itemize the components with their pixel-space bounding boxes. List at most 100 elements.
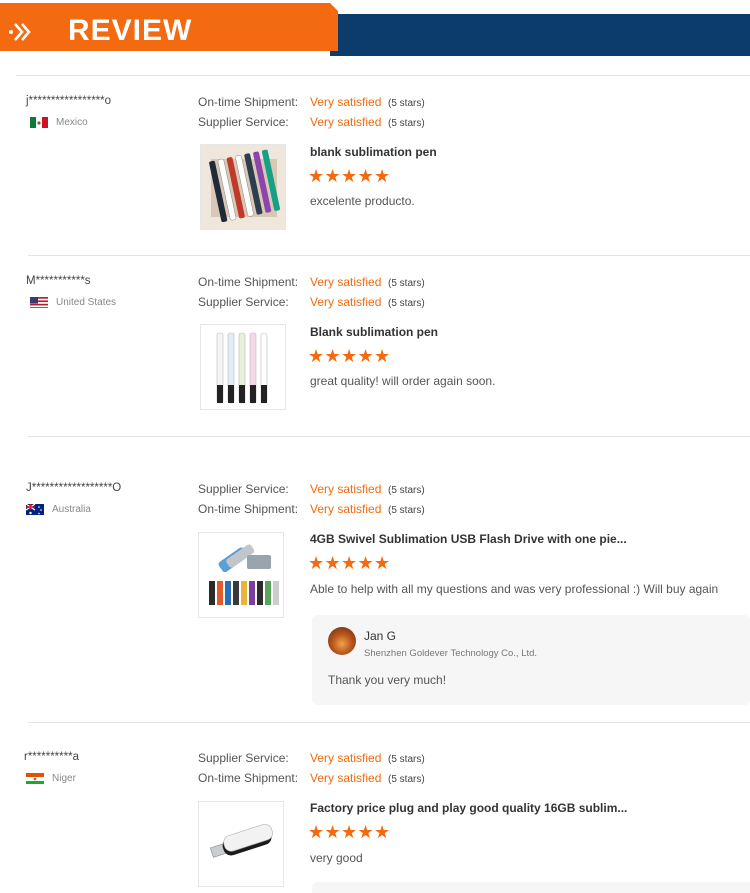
review-banner: REVIEW	[0, 0, 750, 56]
product-thumbnail[interactable]	[198, 801, 284, 887]
rating-row: Supplier Service: Very satisfied (5 stars)	[198, 295, 425, 311]
australia-flag-icon	[26, 503, 44, 515]
niger-flag-icon	[26, 772, 44, 784]
reviewer-country: United States	[30, 295, 116, 309]
star-icon: ★	[308, 553, 325, 573]
mexico-flag-icon	[30, 116, 48, 128]
rating-row: Supplier Service: Very satisfied (5 stars)	[198, 751, 425, 767]
star-rating: ★★★★★	[308, 167, 391, 185]
product-thumbnail[interactable]	[200, 324, 286, 410]
reviewer-name: J******************O	[26, 482, 122, 494]
rating-label: On-time Shipment:	[198, 275, 299, 289]
rating-stars-text: (5 stars)	[388, 754, 425, 765]
star-icon: ★	[308, 822, 325, 842]
star-icon: ★	[357, 346, 374, 366]
rating-label: Supplier Service:	[198, 295, 289, 309]
product-title[interactable]: Blank sublimation pen	[310, 325, 438, 339]
product-title[interactable]: Factory price plug and play good quality…	[310, 801, 627, 815]
star-icon: ★	[374, 822, 391, 842]
rating-row: On-time Shipment: Very satisfied (5 stars)	[198, 502, 425, 518]
pens-image	[201, 325, 285, 409]
star-icon: ★	[308, 346, 325, 366]
star-icon: ★	[374, 553, 391, 573]
banner-orange-tab: REVIEW	[0, 3, 338, 51]
rating-value: Very satisfied	[310, 751, 382, 765]
rating-row: On-time Shipment: Very satisfied (5 stars)	[198, 95, 425, 111]
star-rating: ★★★★★	[308, 347, 391, 365]
reviewer-country: Niger	[26, 771, 76, 785]
rating-row: On-time Shipment: Very satisfied (5 stars)	[198, 771, 425, 787]
rating-stars-text: (5 stars)	[388, 278, 425, 289]
reply-company: Shenzhen Goldever Technology Co., Ltd.	[364, 648, 538, 659]
divider	[16, 75, 750, 76]
rating-stars-text: (5 stars)	[388, 118, 425, 129]
divider	[28, 436, 750, 437]
rating-row: Supplier Service: Very satisfied (5 stars)	[198, 115, 425, 131]
product-thumbnail[interactable]	[200, 144, 286, 230]
country-label: Australia	[52, 503, 91, 515]
rating-row: On-time Shipment: Very satisfied (5 stars)	[198, 275, 425, 291]
star-icon: ★	[341, 822, 358, 842]
review-comment: excelente producto.	[310, 194, 415, 208]
divider	[28, 722, 750, 723]
product-thumbnail[interactable]	[198, 532, 284, 618]
rating-label: Supplier Service:	[198, 482, 289, 496]
reviewer-country: Mexico	[30, 115, 88, 129]
star-icon: ★	[341, 553, 358, 573]
rating-label: On-time Shipment:	[198, 502, 299, 516]
star-icon: ★	[324, 166, 341, 186]
rating-value: Very satisfied	[310, 115, 382, 129]
avatar	[328, 627, 356, 655]
rating-stars-text: (5 stars)	[388, 98, 425, 109]
rating-value: Very satisfied	[310, 295, 382, 309]
star-icon: ★	[374, 166, 391, 186]
star-icon: ★	[324, 553, 341, 573]
star-icon: ★	[357, 553, 374, 573]
star-rating: ★★★★★	[308, 823, 391, 841]
star-icon: ★	[324, 822, 341, 842]
rating-stars-text: (5 stars)	[388, 774, 425, 785]
usa-flag-icon	[30, 296, 48, 308]
rating-value: Very satisfied	[310, 482, 382, 496]
pens-image	[201, 145, 285, 229]
rating-stars-text: (5 stars)	[388, 298, 425, 309]
banner-navy-bar	[330, 14, 750, 56]
product-title[interactable]: 4GB Swivel Sublimation USB Flash Drive w…	[310, 532, 627, 546]
review-comment: Able to help with all my questions and w…	[310, 582, 719, 596]
rating-value: Very satisfied	[310, 771, 382, 785]
star-icon: ★	[341, 346, 358, 366]
rating-label: Supplier Service:	[198, 115, 289, 129]
reviewer-name: j*****************o	[26, 95, 112, 107]
rating-value: Very satisfied	[310, 275, 382, 289]
rating-label: On-time Shipment:	[198, 95, 299, 109]
usb-drives-image	[199, 533, 283, 617]
reply-text: Thank you very much!	[328, 673, 447, 687]
double-chevron-icon	[9, 23, 31, 41]
star-icon: ★	[308, 166, 325, 186]
star-icon: ★	[341, 166, 358, 186]
rating-value: Very satisfied	[310, 95, 382, 109]
country-label: Niger	[52, 772, 76, 784]
star-icon: ★	[374, 346, 391, 366]
reviewer-country: Australia	[26, 502, 91, 516]
product-title[interactable]: blank sublimation pen	[310, 145, 437, 159]
rating-label: Supplier Service:	[198, 751, 289, 765]
rating-stars-text: (5 stars)	[388, 505, 425, 516]
supplier-reply	[312, 882, 750, 893]
rating-value: Very satisfied	[310, 502, 382, 516]
banner-title: REVIEW	[68, 14, 193, 47]
star-icon: ★	[357, 166, 374, 186]
reviewer-name: r**********a	[24, 751, 79, 763]
rating-stars-text: (5 stars)	[388, 485, 425, 496]
rating-row: Supplier Service: Very satisfied (5 stars)	[198, 482, 425, 498]
star-icon: ★	[357, 822, 374, 842]
review-comment: great quality! will order again soon.	[310, 374, 496, 388]
star-rating: ★★★★★	[308, 554, 391, 572]
rating-label: On-time Shipment:	[198, 771, 299, 785]
usb-drive-image	[199, 802, 283, 886]
star-icon: ★	[324, 346, 341, 366]
divider	[28, 255, 750, 256]
review-comment: very good	[310, 851, 363, 865]
country-label: United States	[56, 296, 117, 308]
reply-author-name: Jan G	[364, 629, 397, 643]
